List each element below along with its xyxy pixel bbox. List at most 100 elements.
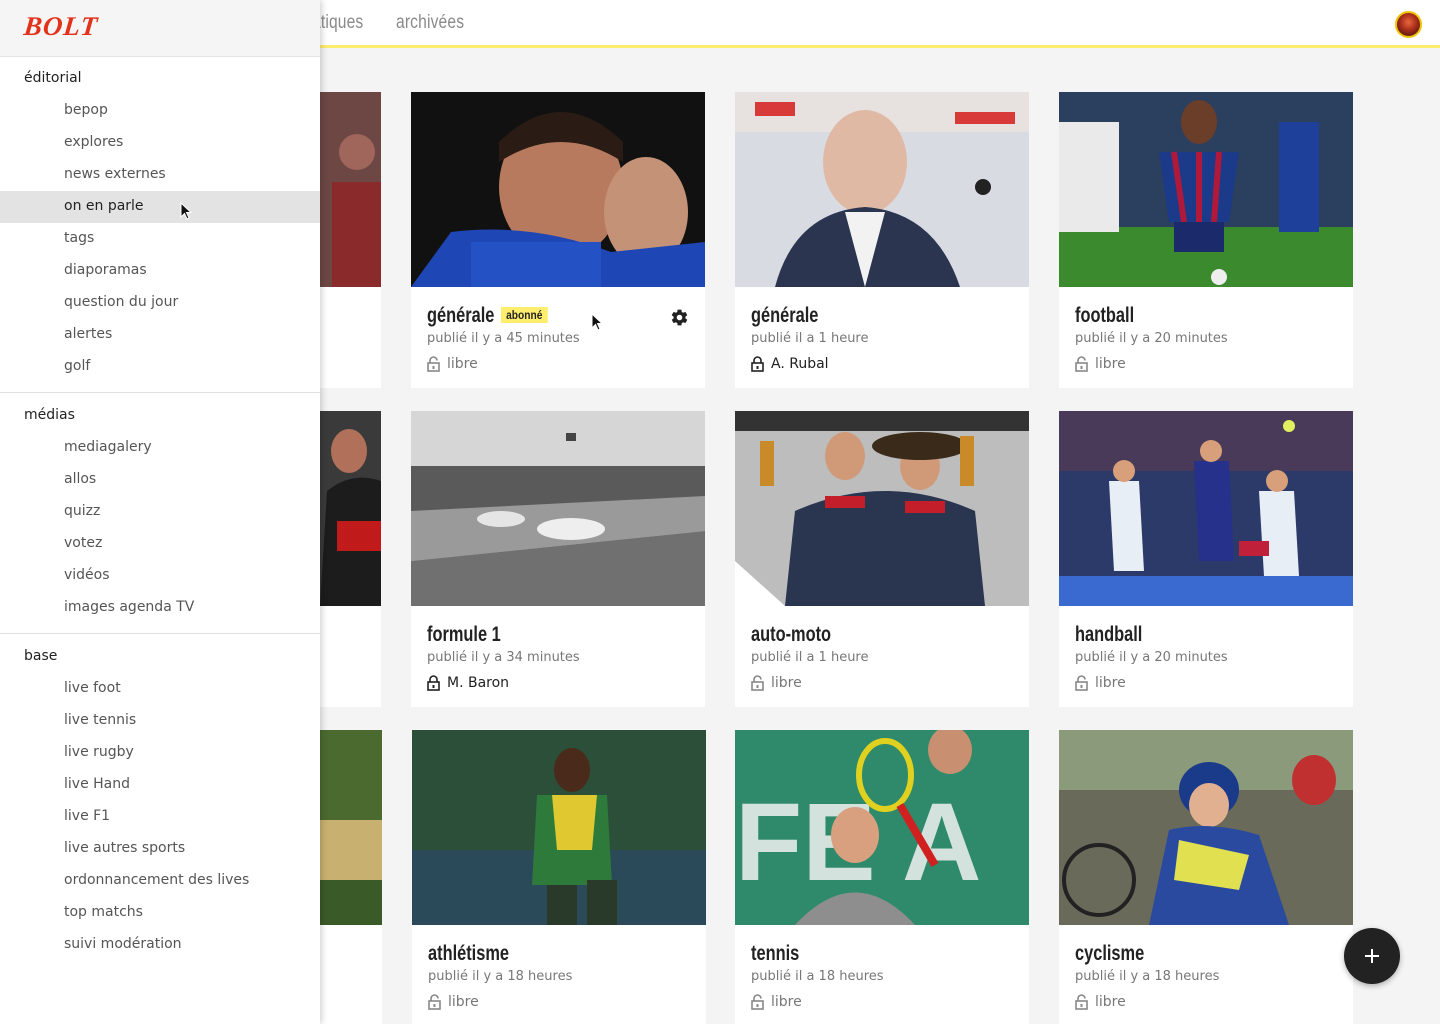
card-status: M. Baron [427, 675, 509, 691]
card-title: cyclisme [1075, 942, 1145, 965]
nav-item-golf[interactable]: golf [0, 351, 320, 383]
nav-item-label: ordonnancement des lives [64, 872, 250, 888]
article-card[interactable]: FE A tennis publié il a 18 heures libre [735, 730, 1029, 1024]
nav-item-mediagalery[interactable]: mediagalery [0, 432, 320, 464]
nav-item-question-du-jour[interactable]: question du jour [0, 287, 320, 319]
nav-item-tags[interactable]: tags [0, 223, 320, 255]
unlock-icon [1075, 675, 1088, 691]
card-status-label: libre [447, 356, 478, 372]
nav-item-ordonnancement-des-lives[interactable]: ordonnancement des lives [0, 865, 320, 897]
card-status-label: libre [1095, 356, 1126, 372]
divider [0, 392, 320, 393]
divider [0, 633, 320, 634]
unlock-icon [1075, 994, 1088, 1010]
nav-item-label: suivi modération [64, 936, 182, 952]
nav-item-images-agenda-tv[interactable]: images agenda TV [0, 592, 320, 624]
card-title: handball [1075, 623, 1143, 646]
card-title: générale [751, 304, 819, 327]
avatar[interactable] [1395, 11, 1422, 38]
article-card[interactable]: formule 1 publié il y a 34 minutes M. Ba… [411, 411, 705, 707]
article-card[interactable]: football publié il y a 20 minutes libre [1059, 92, 1353, 388]
section-title-editorial: éditorial [24, 70, 82, 86]
section-title-medias: médias [24, 407, 75, 423]
nav-item-live-hand[interactable]: live Hand [0, 769, 320, 801]
nav-item-label: live autres sports [64, 840, 186, 856]
card-date: publié il a 18 heures [751, 969, 884, 984]
article-card[interactable]: cyclisme publié il y a 18 heures libre [1059, 730, 1353, 1024]
card-date: publié il y a 18 heures [1075, 969, 1220, 984]
mouse-cursor-icon [180, 202, 192, 220]
card-status-label: libre [1095, 994, 1126, 1010]
gear-icon[interactable] [670, 308, 689, 327]
tab-archivees[interactable]: archivées [396, 12, 464, 34]
nav-item-label: live Hand [64, 776, 130, 792]
card-image [1059, 92, 1353, 287]
card-date: publié il y a 20 minutes [1075, 331, 1228, 346]
card-title: tennis [751, 942, 800, 965]
article-card[interactable]: athlétisme publié il y a 18 heures libre [412, 730, 706, 1024]
nav-item-bepop[interactable]: bepop [0, 95, 320, 127]
article-card[interactable]: auto-moto publié il a 1 heure libre [735, 411, 1029, 707]
nav-item-allos[interactable]: allos [0, 464, 320, 496]
nav-item-suivi-moderation[interactable]: suivi modération [0, 929, 320, 961]
nav-item-live-autres-sports[interactable]: live autres sports [0, 833, 320, 865]
nav-item-label: mediagalery [64, 439, 152, 455]
nav-item-label: on en parle [64, 198, 144, 214]
nav-item-label: live F1 [64, 808, 111, 824]
card-status: libre [1075, 356, 1126, 372]
card-image: FE A [735, 730, 1029, 925]
article-card[interactable]: générale abonné publié il y a 45 minutes… [411, 92, 705, 388]
card-title: athlétisme [428, 942, 510, 965]
nav-item-alertes[interactable]: alertes [0, 319, 320, 351]
card-date: publié il a 1 heure [751, 331, 869, 346]
card-status-label: A. Rubal [771, 356, 829, 372]
card-status: libre [1075, 994, 1126, 1010]
nav-item-live-rugby[interactable]: live rugby [0, 737, 320, 769]
nav-item-news-externes[interactable]: news externes [0, 159, 320, 191]
card-status-label: M. Baron [447, 675, 510, 691]
nav-item-label: top matchs [64, 904, 143, 920]
drawer-header: BOLT [0, 0, 320, 57]
card-image [412, 730, 706, 925]
card-date: publié il a 1 heure [751, 650, 869, 665]
card-title: auto-moto [751, 623, 832, 646]
nav-item-label: live rugby [64, 744, 134, 760]
nav-item-live-tennis[interactable]: live tennis [0, 705, 320, 737]
card-status: A. Rubal [751, 356, 829, 372]
card-status-label: libre [771, 675, 802, 691]
nav-item-quizz[interactable]: quizz [0, 496, 320, 528]
nav-item-top-matchs[interactable]: top matchs [0, 897, 320, 929]
card-title: football [1075, 304, 1135, 327]
nav-item-on-en-parle[interactable]: on en parle [0, 191, 320, 223]
card-image [1059, 411, 1353, 606]
nav-item-videos[interactable]: vidéos [0, 560, 320, 592]
nav-item-label: explores [64, 134, 124, 150]
app-logo[interactable]: BOLT [22, 11, 99, 42]
nav-item-label: quizz [64, 503, 101, 519]
mouse-cursor-icon [591, 313, 603, 331]
article-card[interactable]: handball publié il y a 20 minutes libre [1059, 411, 1353, 707]
card-image [735, 92, 1029, 287]
unlock-icon [428, 994, 441, 1010]
nav-item-label: live foot [64, 680, 121, 696]
lock-icon [427, 675, 440, 691]
nav-item-label: golf [64, 358, 91, 374]
unlock-icon [1075, 356, 1088, 372]
card-status: libre [427, 356, 478, 372]
nav-item-live-f1[interactable]: live F1 [0, 801, 320, 833]
add-button[interactable] [1344, 928, 1400, 984]
nav-item-label: allos [64, 471, 97, 487]
nav-item-live-foot[interactable]: live foot [0, 673, 320, 705]
nav-item-explores[interactable]: explores [0, 127, 320, 159]
card-status-label: libre [771, 994, 802, 1010]
card-status: libre [428, 994, 479, 1010]
article-card[interactable]: générale publié il a 1 heure A. Rubal [735, 92, 1029, 388]
card-image [735, 411, 1029, 606]
nav-item-label: bepop [64, 102, 108, 118]
nav-item-votez[interactable]: votez [0, 528, 320, 560]
nav-item-diaporamas[interactable]: diaporamas [0, 255, 320, 287]
card-status: libre [751, 675, 802, 691]
nav-item-label: images agenda TV [64, 599, 195, 615]
nav-item-label: live tennis [64, 712, 137, 728]
card-date: publié il y a 34 minutes [427, 650, 580, 665]
